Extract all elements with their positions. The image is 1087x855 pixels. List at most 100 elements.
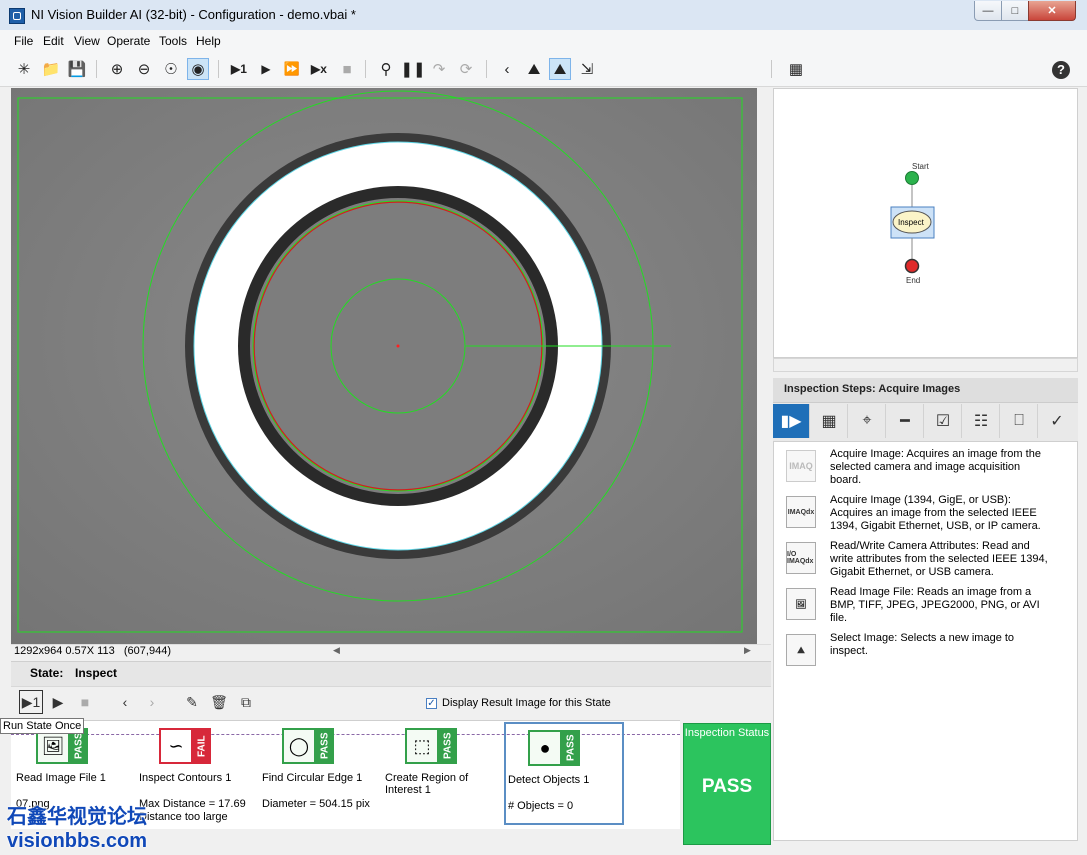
scroll-left-icon[interactable]: ◀ — [333, 645, 340, 656]
tab-identify-parts[interactable]: ☷ — [963, 404, 1000, 438]
run-continuous-button[interactable]: ⏩ — [281, 58, 303, 80]
edit-step-icon[interactable]: ✎ — [180, 690, 204, 714]
copy-step-icon[interactable]: ⧉ — [234, 690, 258, 714]
delete-step-icon[interactable]: 🗑 — [207, 690, 231, 714]
circle-edge-icon: ◯ — [282, 728, 316, 764]
tooltip: Run State Once — [0, 718, 85, 734]
acquire-image-icon[interactable]: IMAQ — [786, 450, 816, 482]
step-name: Create Region of Interest 1 — [385, 772, 469, 796]
run-state-button[interactable]: ▶ — [46, 690, 70, 714]
center-point — [396, 344, 400, 348]
select-image-icon[interactable]: ⛰ — [786, 634, 816, 666]
step-forward-icon[interactable]: › — [140, 690, 164, 714]
save-icon[interactable]: 💾 — [66, 58, 88, 80]
step-detect-objects[interactable]: ● PASS Detect Objects 1 # Objects = 0 — [504, 722, 624, 825]
contour-icon: ∽ — [159, 728, 193, 764]
step-icon[interactable]: ↷ — [428, 58, 450, 80]
image-viewer[interactable] — [11, 88, 771, 644]
inspection-image — [11, 88, 757, 644]
status-badge: PASS — [439, 728, 457, 764]
display-result-label: Display Result Image for this State — [442, 697, 611, 709]
export-icon[interactable]: ⇲ — [576, 58, 598, 80]
separator — [96, 60, 97, 78]
step-back-icon[interactable]: ‹ — [113, 690, 137, 714]
viewer-scrollbar[interactable] — [757, 88, 771, 644]
folder-icon[interactable]: 📁 — [40, 58, 62, 80]
display-result-checkbox[interactable]: ✓ — [426, 698, 437, 709]
state-label: State: — [30, 666, 64, 680]
read-image-file-item[interactable]: Read Image File: Reads an image from a B… — [830, 586, 1050, 625]
end-node[interactable] — [904, 258, 920, 274]
start-node[interactable] — [905, 171, 919, 185]
menu-edit[interactable]: Edit — [43, 34, 64, 48]
inspection-status-value: PASS — [701, 776, 753, 797]
lightbulb-icon[interactable]: ⚲ — [375, 58, 397, 80]
diagram-scrollbar[interactable] — [773, 358, 1078, 372]
run-state-once-button[interactable]: ▶1 — [19, 690, 43, 714]
step-name: Find Circular Edge 1 — [262, 772, 363, 784]
stop-state-icon[interactable]: ■ — [73, 690, 97, 714]
scroll-right-icon[interactable]: ▶ — [744, 645, 751, 656]
step-list-scrollbar[interactable] — [1062, 441, 1076, 816]
state-diagram[interactable]: Start Inspect End — [773, 88, 1078, 358]
separator — [218, 60, 219, 78]
acquire-image-1394-item[interactable]: Acquire Image (1394, GigE, or USB): Acqu… — [830, 494, 1050, 533]
calibration-icon[interactable]: ▦ — [785, 58, 807, 80]
tab-enhance-images[interactable]: ▦ — [811, 404, 848, 438]
step-find-circular-edge[interactable]: ◯ PASS Find Circular Edge 1 Diameter = 5… — [258, 722, 378, 822]
zoom-out-icon[interactable]: ⊖ — [133, 58, 155, 80]
minimize-button[interactable]: — — [974, 1, 1002, 21]
zoom-in-icon[interactable]: ⊕ — [106, 58, 128, 80]
state-value: Inspect — [75, 666, 118, 680]
tab-acquire-images[interactable]: ▮▶ — [773, 404, 810, 438]
menu-operate[interactable]: Operate — [107, 34, 150, 48]
status-badge: FAIL — [193, 728, 211, 764]
acquire-image-imaqdx-icon[interactable]: IMAQdx — [786, 496, 816, 528]
run-exclude-button[interactable]: ▶x — [308, 58, 330, 80]
step-name: Inspect Contours 1 — [139, 772, 232, 784]
step-result: Diameter = 504.15 pix — [262, 798, 370, 810]
select-image-item[interactable]: Select Image: Selects a new image to ins… — [830, 632, 1050, 658]
inspect-node-label: Inspect — [898, 218, 925, 227]
state-bar — [11, 661, 771, 686]
tab-check-presence[interactable]: ☑ — [925, 404, 962, 438]
watermark-text: 石鑫华视觉论坛 — [7, 806, 147, 828]
status-badge: PASS — [316, 728, 334, 764]
inspection-status-panel: Inspection Status PASS — [683, 723, 771, 845]
maximize-button[interactable]: □ — [1001, 1, 1029, 21]
step-inspect-contours[interactable]: ∽ FAIL Inspect Contours 1 Max Distance =… — [135, 722, 255, 823]
watermark-url: visionbbs.com — [7, 830, 148, 852]
new-icon[interactable]: ✳ — [13, 58, 35, 80]
run-button[interactable]: ▶ — [255, 58, 277, 80]
zoom-1-1-icon[interactable]: ☉ — [160, 58, 182, 80]
end-label: End — [906, 276, 920, 285]
close-button[interactable]: ✕ — [1028, 1, 1076, 21]
camera-attributes-icon[interactable]: I/O IMAQdx — [786, 542, 816, 574]
help-icon[interactable]: ? — [1052, 61, 1070, 79]
image-icon[interactable]: ⛰ — [523, 58, 545, 80]
menu-file[interactable]: File — [14, 34, 33, 48]
read-image-file-icon[interactable]: 🖼 — [786, 588, 816, 620]
step-name: Read Image File 1 — [16, 772, 106, 784]
tab-measure-features[interactable]: ━ — [887, 404, 924, 438]
step-result: # Objects = 0 — [508, 800, 574, 812]
run-once-button[interactable]: ▶1 — [228, 58, 250, 80]
zoom-fit-icon[interactable]: ◉ — [187, 58, 209, 80]
stop-icon[interactable]: ■ — [336, 58, 358, 80]
read-write-camera-attributes-item[interactable]: Read/Write Camera Attributes: Read and w… — [830, 540, 1050, 579]
acquire-image-item[interactable]: Acquire Image: Acquires an image from th… — [830, 448, 1050, 487]
step-result: Max Distance = 17.69 — [139, 798, 246, 810]
tab-communicate[interactable]: ✓ — [1039, 404, 1075, 438]
menu-help[interactable]: Help — [196, 34, 221, 48]
reload-icon[interactable]: ⟳ — [455, 58, 477, 80]
step-create-roi[interactable]: ⬚ PASS Create Region of Interest 1 — [381, 722, 501, 822]
menu-view[interactable]: View — [74, 34, 100, 48]
pause-icon[interactable]: ❚❚ — [400, 58, 425, 80]
start-label: Start — [912, 162, 930, 171]
tab-use-additional-tools[interactable]: ⎕ — [1001, 404, 1038, 438]
menu-tools[interactable]: Tools — [159, 34, 187, 48]
diagram-vertical-scrollbar[interactable] — [1077, 88, 1087, 358]
result-image-icon[interactable]: ⛰ — [549, 58, 571, 80]
tab-locate-features[interactable]: ⌖ — [849, 404, 886, 438]
previous-image-icon[interactable]: ‹ — [496, 58, 518, 80]
